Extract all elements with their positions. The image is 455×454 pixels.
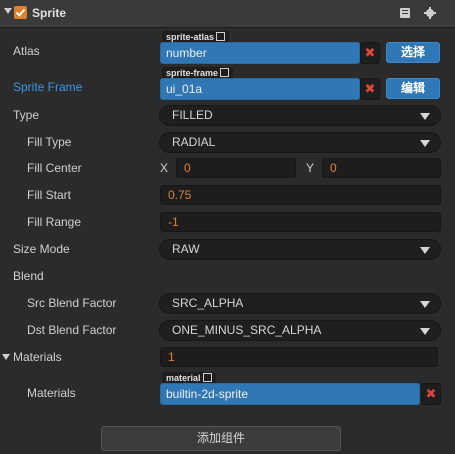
- fill-center-y-input[interactable]: 0: [322, 158, 441, 178]
- component-title: Sprite: [32, 6, 67, 20]
- sprite-frame-asset-field[interactable]: ui_01a: [160, 78, 360, 100]
- src-blend-label: Src Blend Factor: [27, 296, 117, 310]
- sprite-frame-label: Sprite Frame: [13, 80, 83, 94]
- material-asset-field[interactable]: builtin-2d-sprite: [160, 383, 420, 405]
- material-clear-button[interactable]: ✖: [421, 383, 441, 405]
- sprite-frame-edit-button[interactable]: 编辑: [386, 78, 440, 99]
- fill-range-label: Fill Range: [27, 215, 82, 229]
- component-header: Sprite: [0, 0, 455, 28]
- material-type-tag-text: material: [166, 373, 201, 383]
- fill-center-x-input[interactable]: 0: [176, 158, 296, 178]
- type-value: FILLED: [172, 108, 213, 122]
- materials-item-label: Materials: [27, 386, 76, 400]
- fill-start-input[interactable]: 0.75: [160, 185, 441, 205]
- fill-range-input[interactable]: -1: [160, 212, 441, 232]
- fill-center-x-label: X: [160, 161, 169, 175]
- atlas-select-button[interactable]: 选择: [386, 42, 440, 63]
- book-icon[interactable]: [398, 6, 412, 20]
- add-component-button[interactable]: 添加组件: [101, 426, 341, 451]
- dst-blend-label: Dst Blend Factor: [27, 323, 117, 337]
- fill-type-select[interactable]: RADIAL: [159, 132, 441, 153]
- fill-center-label: Fill Center: [27, 161, 82, 175]
- blend-label: Blend: [13, 269, 44, 283]
- sprite-frame-clear-button[interactable]: ✖: [360, 78, 380, 100]
- src-blend-value: SRC_ALPHA: [172, 296, 244, 310]
- dst-blend-value: ONE_MINUS_SRC_ALPHA: [172, 323, 322, 337]
- external-link-icon[interactable]: [216, 32, 226, 42]
- materials-count-input[interactable]: 1: [160, 347, 438, 367]
- chevron-down-icon: [420, 113, 430, 120]
- dst-blend-select[interactable]: ONE_MINUS_SRC_ALPHA: [159, 320, 441, 341]
- fill-type-label: Fill Type: [27, 135, 72, 149]
- materials-group-label: Materials: [13, 350, 62, 364]
- src-blend-select[interactable]: SRC_ALPHA: [159, 293, 441, 314]
- fill-start-label: Fill Start: [27, 188, 72, 202]
- chevron-down-icon: [420, 140, 430, 147]
- collapse-arrow-icon[interactable]: [4, 8, 12, 14]
- materials-expand-arrow-icon[interactable]: [2, 354, 10, 360]
- type-select[interactable]: FILLED: [159, 105, 441, 126]
- atlas-label: Atlas: [13, 44, 40, 58]
- external-link-icon[interactable]: [220, 68, 230, 78]
- chevron-down-icon: [420, 301, 430, 308]
- type-label: Type: [13, 108, 40, 122]
- checkmark-icon: [15, 8, 26, 17]
- chevron-down-icon: [420, 247, 430, 254]
- atlas-type-tag-text: sprite-atlas: [166, 32, 215, 42]
- enabled-checkbox[interactable]: [14, 6, 27, 19]
- size-mode-value: RAW: [172, 242, 200, 256]
- gear-icon[interactable]: [423, 6, 437, 20]
- chevron-down-icon: [420, 328, 430, 335]
- atlas-clear-button[interactable]: ✖: [360, 42, 380, 64]
- atlas-asset-field[interactable]: number: [160, 42, 360, 64]
- external-link-icon[interactable]: [202, 373, 212, 383]
- sprite-frame-type-tag-text: sprite-frame: [166, 68, 219, 78]
- fill-type-value: RADIAL: [172, 135, 216, 149]
- size-mode-label: Size Mode: [13, 242, 70, 256]
- fill-center-y-label: Y: [306, 161, 315, 175]
- size-mode-select[interactable]: RAW: [159, 239, 441, 260]
